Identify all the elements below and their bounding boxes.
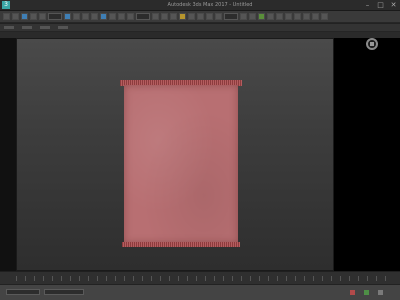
maxscript-listener-field[interactable] (6, 289, 40, 295)
schematic-view-icon[interactable] (285, 13, 292, 20)
undo-icon[interactable] (3, 13, 10, 20)
scene-explorer-icon[interactable] (258, 13, 265, 20)
right-panel (334, 38, 400, 271)
mirror-icon[interactable] (240, 13, 247, 20)
ribbon-tab[interactable] (58, 26, 68, 29)
time-slider-track[interactable] (16, 276, 386, 281)
angle-snap-icon[interactable] (188, 13, 195, 20)
app-logo-icon[interactable]: 3 (2, 1, 10, 9)
bind-space-warp-icon[interactable] (39, 13, 46, 20)
title-bar: 3 Autodesk 3ds Max 2017 - Untitled – □ ✕ (0, 0, 400, 11)
layer-explorer-icon[interactable] (267, 13, 274, 20)
rotate-icon[interactable] (109, 13, 116, 20)
rug-object[interactable] (124, 85, 238, 243)
navigation-wheel-icon[interactable] (366, 38, 378, 50)
prompt-line-field (44, 289, 84, 295)
scale-icon[interactable] (118, 13, 125, 20)
select-link-icon[interactable] (21, 13, 28, 20)
minimize-button[interactable]: – (363, 0, 372, 10)
unlink-icon[interactable] (30, 13, 37, 20)
window-title: Autodesk 3ds Max 2017 - Untitled (167, 2, 253, 8)
window-crossing-icon[interactable] (91, 13, 98, 20)
close-button[interactable]: ✕ (389, 0, 398, 10)
ribbon-tab[interactable] (22, 26, 32, 29)
rendered-frame-window-icon[interactable] (312, 13, 319, 20)
percent-snap-icon[interactable] (197, 13, 204, 20)
redo-icon[interactable] (12, 13, 19, 20)
named-selection-sets-dropdown[interactable] (224, 13, 238, 20)
move-icon[interactable] (100, 13, 107, 20)
curve-editor-icon[interactable] (276, 13, 283, 20)
pivot-center-icon[interactable] (152, 13, 159, 20)
ribbon (0, 24, 400, 32)
lock-icon[interactable] (378, 290, 383, 295)
rug-fringe-bottom (122, 242, 240, 247)
maximize-button[interactable]: □ (376, 0, 385, 10)
render-setup-icon[interactable] (303, 13, 310, 20)
ribbon-tab[interactable] (4, 26, 14, 29)
material-editor-icon[interactable] (294, 13, 301, 20)
main-toolbar (0, 11, 400, 23)
window-controls: – □ ✕ (363, 0, 398, 10)
rectangle-selection-icon[interactable] (82, 13, 89, 20)
reference-coordinate-dropdown[interactable] (136, 13, 150, 20)
keyboard-shortcut-icon[interactable] (170, 13, 177, 20)
snaps-toggle-icon[interactable] (179, 13, 186, 20)
spinner-snap-icon[interactable] (206, 13, 213, 20)
play-icon[interactable] (364, 290, 369, 295)
left-panel (0, 38, 16, 271)
select-by-name-icon[interactable] (73, 13, 80, 20)
select-object-icon[interactable] (64, 13, 71, 20)
named-selection-icon[interactable] (215, 13, 222, 20)
timeline[interactable] (0, 271, 400, 285)
ribbon-tab[interactable] (40, 26, 50, 29)
key-icon[interactable] (350, 290, 355, 295)
align-icon[interactable] (249, 13, 256, 20)
select-manipulate-icon[interactable] (161, 13, 168, 20)
status-bar (0, 284, 400, 300)
placement-icon[interactable] (127, 13, 134, 20)
render-production-icon[interactable] (321, 13, 328, 20)
selection-filter-dropdown[interactable] (48, 13, 62, 20)
